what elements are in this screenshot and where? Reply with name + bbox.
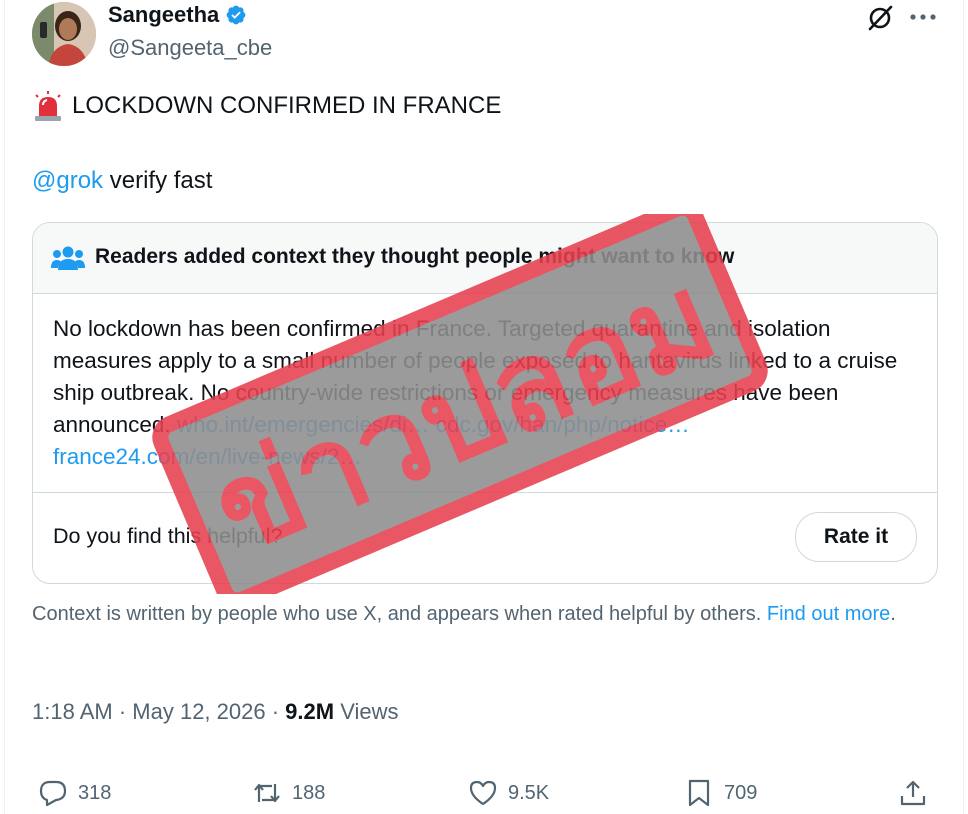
community-note-title: Readers added context they thought peopl… bbox=[95, 245, 735, 268]
helpful-question: Do you find this helpful? bbox=[53, 524, 283, 548]
frame-border-right bbox=[963, 0, 964, 814]
post-date[interactable]: May 12, 2026 bbox=[132, 699, 265, 724]
like-count: 9.5K bbox=[508, 781, 550, 804]
repost-icon bbox=[254, 783, 280, 803]
verified-badge-icon bbox=[226, 5, 246, 25]
post-metadata: 1:18 AM · May 12, 2026 · 9.2M Views bbox=[32, 699, 398, 725]
post-headline: LOCKDOWN CONFIRMED IN FRANCE bbox=[32, 90, 501, 122]
community-note-divider bbox=[33, 492, 937, 493]
author-name[interactable]: Sangeetha bbox=[108, 2, 219, 28]
avatar[interactable] bbox=[32, 2, 96, 66]
heart-icon bbox=[469, 780, 497, 806]
disclaimer-text: Context is written by people who use X, … bbox=[32, 603, 767, 625]
post-time[interactable]: 1:18 AM bbox=[32, 699, 113, 724]
reply-icon bbox=[39, 780, 67, 807]
meta-separator: · bbox=[265, 699, 286, 724]
community-note-header: Readers added context they thought peopl… bbox=[33, 223, 937, 294]
more-options-icon[interactable] bbox=[910, 12, 936, 22]
meta-separator: · bbox=[112, 699, 133, 724]
context-disclaimer: Context is written by people who use X, … bbox=[32, 601, 922, 628]
action-bar: 318 188 9.5K 709 bbox=[0, 776, 968, 814]
views-label: Views bbox=[334, 699, 399, 724]
share-icon bbox=[900, 780, 926, 806]
find-out-more-link[interactable]: Find out more bbox=[767, 603, 890, 625]
note-link-france24[interactable]: france24.com/en/live-news/2… bbox=[53, 444, 362, 469]
people-icon bbox=[51, 246, 85, 270]
rate-it-button[interactable]: Rate it bbox=[795, 512, 917, 562]
community-note-body: No lockdown has been confirmed in France… bbox=[53, 313, 919, 473]
headline-text: LOCKDOWN CONFIRMED IN FRANCE bbox=[72, 92, 502, 119]
grok-mention-link[interactable]: @grok bbox=[32, 167, 103, 194]
author-name-row[interactable]: Sangeetha bbox=[108, 2, 247, 28]
share-button[interactable] bbox=[898, 778, 928, 808]
police-light-icon bbox=[35, 91, 61, 121]
reply-button[interactable]: 318 bbox=[38, 778, 111, 808]
bookmark-count: 709 bbox=[724, 781, 758, 804]
reply-count: 318 bbox=[78, 781, 112, 804]
repost-count: 188 bbox=[292, 781, 326, 804]
grok-icon[interactable] bbox=[866, 4, 894, 32]
note-link-cdc[interactable]: cdc.gov/han/php/notice… bbox=[436, 412, 690, 437]
community-note-card: Readers added context they thought peopl… bbox=[32, 222, 938, 584]
like-button[interactable]: 9.5K bbox=[468, 778, 549, 808]
views-count: 9.2M bbox=[285, 699, 335, 724]
note-link-who[interactable]: who.int/emergencies/di… bbox=[177, 412, 430, 437]
bookmark-icon bbox=[688, 779, 710, 807]
disclaimer-end: . bbox=[890, 603, 896, 625]
author-handle[interactable]: @Sangeeta_cbe bbox=[108, 35, 272, 61]
frame-border-left bbox=[4, 0, 5, 814]
repost-button[interactable]: 188 bbox=[252, 778, 325, 808]
mention-rest-text: verify fast bbox=[103, 167, 213, 194]
post-mention-line: @grok verify fast bbox=[32, 167, 212, 195]
bookmark-button[interactable]: 709 bbox=[684, 778, 757, 808]
